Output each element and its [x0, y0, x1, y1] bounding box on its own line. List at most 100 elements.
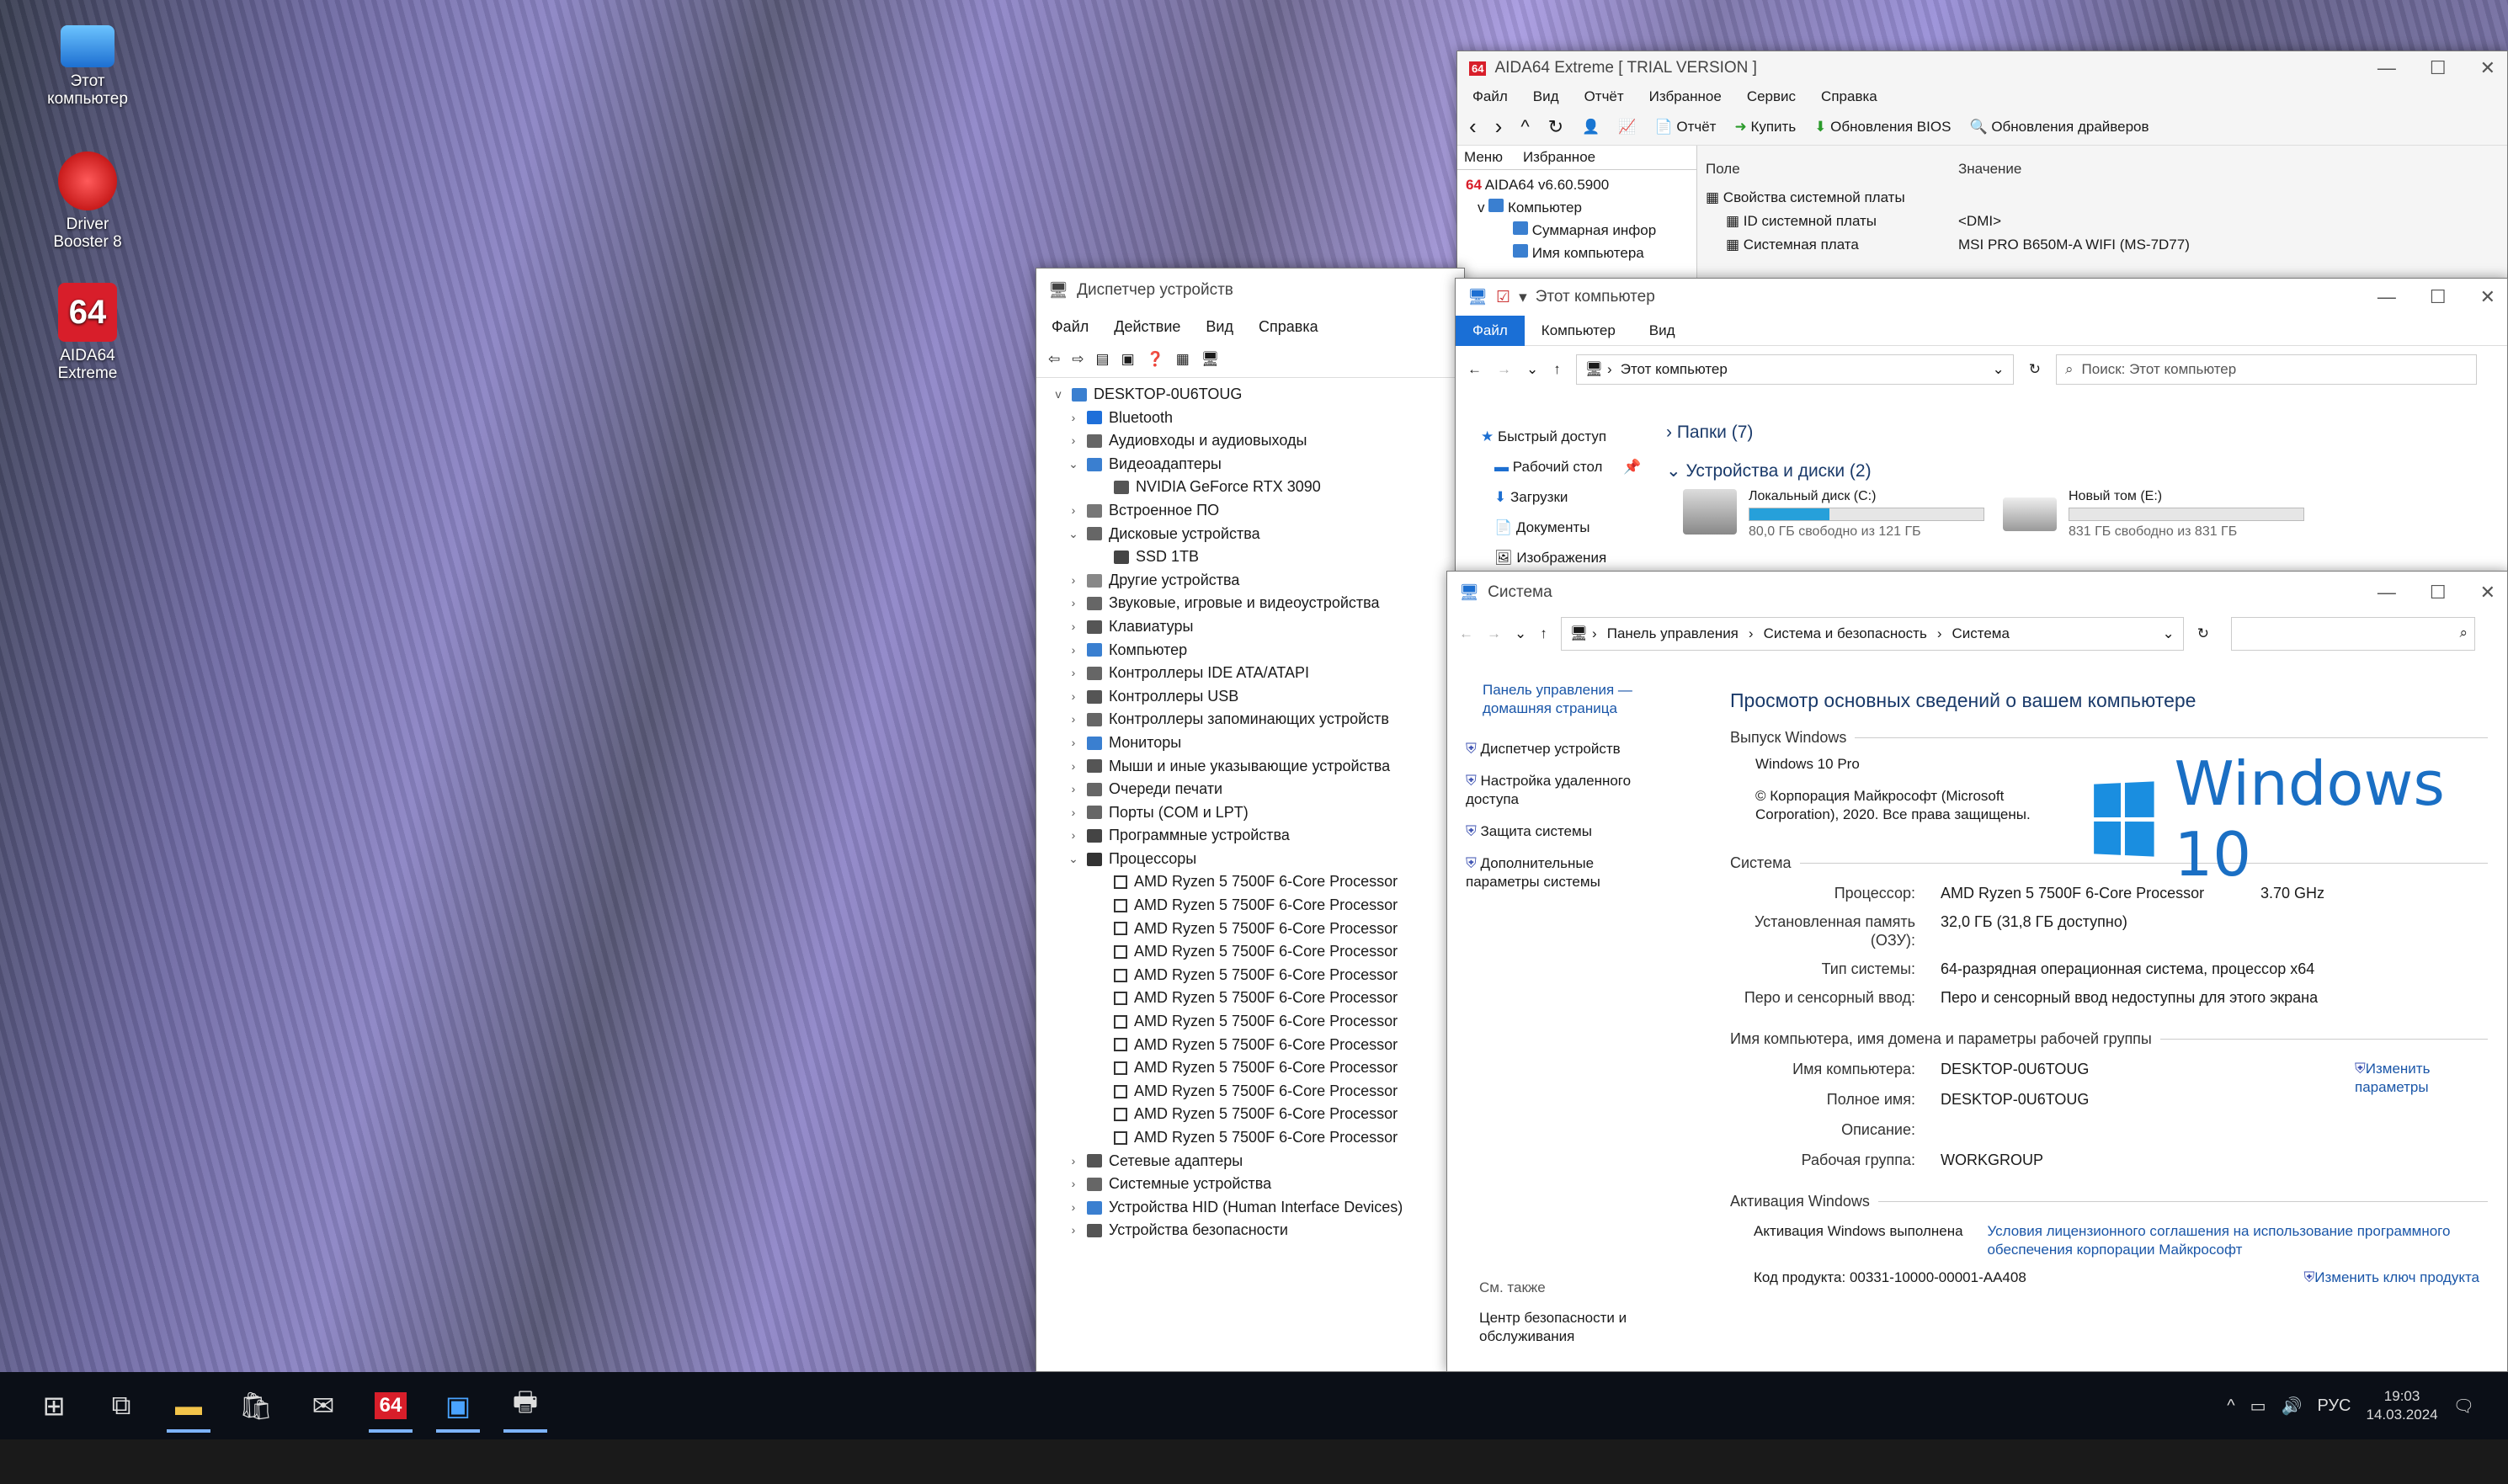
- license-link[interactable]: Условия лицензионного соглашения на испо…: [1987, 1222, 2488, 1259]
- breadcrumb-item[interactable]: Панель управления: [1607, 625, 1739, 642]
- aida-tree-computer-name[interactable]: Имя компьютера: [1466, 242, 1688, 264]
- breadcrumb[interactable]: 🖥 › Панель управления › Система и безопа…: [1560, 617, 2184, 651]
- chevron-down-icon[interactable]: ⌄: [1526, 361, 1538, 378]
- taskbar-explorer[interactable]: ▬: [155, 1372, 222, 1439]
- expand-chevron-icon[interactable]: ›: [1067, 731, 1080, 755]
- device-category[interactable]: › Порты (COM и LPT): [1052, 801, 1464, 825]
- expand-chevron-icon[interactable]: ⌄: [1067, 453, 1080, 476]
- col-field[interactable]: Поле: [1706, 161, 1958, 178]
- device-category[interactable]: ⌄ Процессоры: [1052, 848, 1464, 871]
- expand-chevron-icon[interactable]: ›: [1067, 1150, 1080, 1173]
- show-hidden-icon[interactable]: ▦: [1176, 351, 1190, 368]
- maximize-icon[interactable]: ☐: [2430, 582, 2447, 604]
- device-category[interactable]: ⌄ Видеоадаптеры: [1052, 453, 1464, 476]
- side-link-remote[interactable]: ⛨ Настройка удаленного доступа: [1466, 772, 1659, 809]
- taskbar-aida64[interactable]: 64: [357, 1372, 424, 1439]
- col-value[interactable]: Значение: [1958, 161, 2021, 178]
- properties-icon[interactable]: ▤: [1096, 351, 1110, 368]
- change-key-link[interactable]: ⛨Изменить ключ продукта: [2304, 1269, 2480, 1286]
- processor-item[interactable]: AMD Ryzen 5 7500F 6-Core Processor: [1052, 1010, 1464, 1034]
- table-row[interactable]: ▦ Системная плата MSI PRO B650M-A WIFI (M…: [1706, 233, 2497, 257]
- ribbon-view[interactable]: Вид: [1632, 322, 1692, 339]
- device-category[interactable]: › Мыши и иные указывающие устройства: [1052, 755, 1464, 779]
- expand-chevron-icon[interactable]: ›: [1067, 685, 1080, 709]
- drive-e[interactable]: Новый том (E:) 831 ГБ свободно из 831 ГБ: [2003, 489, 2323, 548]
- nav-documents[interactable]: 📄 Документы: [1481, 513, 1641, 543]
- processor-item[interactable]: AMD Ryzen 5 7500F 6-Core Processor: [1052, 1034, 1464, 1057]
- expand-chevron-icon[interactable]: ›: [1067, 592, 1080, 615]
- start-button[interactable]: ⊞: [20, 1372, 88, 1439]
- processor-item[interactable]: AMD Ryzen 5 7500F 6-Core Processor: [1052, 964, 1464, 987]
- search-input[interactable]: ⌕: [2231, 617, 2475, 651]
- nav-downloads[interactable]: ⬇ Загрузки: [1481, 482, 1641, 513]
- expand-chevron-icon[interactable]: ›: [1067, 824, 1080, 848]
- device-item[interactable]: NVIDIA GeForce RTX 3090: [1052, 476, 1464, 499]
- chevron-down-icon[interactable]: ⌄: [1515, 625, 1526, 642]
- processor-item[interactable]: AMD Ryzen 5 7500F 6-Core Processor: [1052, 987, 1464, 1010]
- expand-chevron-icon[interactable]: ›: [1067, 1173, 1080, 1196]
- scan-hardware-icon[interactable]: 🖥: [1201, 351, 1220, 368]
- close-icon[interactable]: ✕: [2480, 57, 2495, 79]
- device-category[interactable]: › Контроллеры USB: [1052, 685, 1464, 709]
- nav-desktop[interactable]: ▬ Рабочий стол 📌: [1481, 452, 1641, 482]
- tab-favorites[interactable]: Избранное: [1523, 149, 1595, 166]
- processor-item[interactable]: AMD Ryzen 5 7500F 6-Core Processor: [1052, 1056, 1464, 1080]
- device-category[interactable]: › Аудиовходы и аудиовыходы: [1052, 429, 1464, 453]
- graph-icon[interactable]: 📈: [1618, 119, 1636, 136]
- change-settings-link[interactable]: ⛨Изменить параметры: [2355, 1060, 2464, 1097]
- expand-chevron-icon[interactable]: ⌄: [1067, 523, 1080, 546]
- buy-button[interactable]: ➜ Купить: [1734, 119, 1796, 136]
- expand-chevron-icon[interactable]: ›: [1067, 499, 1080, 523]
- refresh-icon[interactable]: ↻: [2197, 625, 2209, 642]
- taskbar-mail[interactable]: ✉: [290, 1372, 357, 1439]
- update-driver-icon[interactable]: ▣: [1121, 351, 1135, 368]
- refresh-icon[interactable]: ↻: [2029, 361, 2041, 378]
- device-category[interactable]: › Контроллеры IDE ATA/ATAPI: [1052, 662, 1464, 685]
- processor-item[interactable]: AMD Ryzen 5 7500F 6-Core Processor: [1052, 1080, 1464, 1104]
- taskbar-device-manager[interactable]: 🖶: [492, 1372, 559, 1439]
- security-center-link[interactable]: Центр безопасности и обслуживания: [1479, 1309, 1664, 1346]
- device-category[interactable]: › Устройства безопасности: [1052, 1219, 1464, 1242]
- device-category[interactable]: › Сетевые адаптеры: [1052, 1150, 1464, 1173]
- processor-item[interactable]: AMD Ryzen 5 7500F 6-Core Processor: [1052, 870, 1464, 894]
- back-icon[interactable]: ←: [1467, 361, 1482, 378]
- expand-chevron-icon[interactable]: ›: [1067, 778, 1080, 801]
- device-category[interactable]: › Звуковые, игровые и видеоустройства: [1052, 592, 1464, 615]
- device-category[interactable]: › Устройства HID (Human Interface Devices…: [1052, 1196, 1464, 1220]
- driver-update-button[interactable]: 🔍 Обновления драйверов: [1969, 119, 2149, 136]
- forward-icon[interactable]: →: [1497, 361, 1511, 378]
- task-view-button[interactable]: ⧉: [88, 1372, 155, 1439]
- menu-file[interactable]: Файл: [1052, 318, 1089, 336]
- side-link-device-manager[interactable]: ⛨ Диспетчер устройств: [1466, 740, 1659, 758]
- nav-pictures[interactable]: 🖼 Изображения: [1481, 543, 1641, 572]
- ribbon-computer[interactable]: Компьютер: [1525, 322, 1632, 339]
- minimize-icon[interactable]: —: [2378, 57, 2396, 79]
- menu-report[interactable]: Отчёт: [1584, 88, 1624, 105]
- device-category[interactable]: › Контроллеры запоминающих устройств: [1052, 708, 1464, 731]
- desktop-icon-this-pc[interactable]: Этот компьютер: [37, 19, 138, 108]
- maximize-icon[interactable]: ☐: [2430, 286, 2447, 308]
- tab-menu[interactable]: Меню: [1464, 149, 1503, 166]
- menu-help[interactable]: Справка: [1259, 318, 1318, 336]
- forward-icon[interactable]: →: [1487, 625, 1501, 642]
- up-icon[interactable]: ↑: [1540, 625, 1547, 642]
- side-link-protection[interactable]: ⛨ Защита системы: [1466, 822, 1659, 841]
- expand-chevron-icon[interactable]: ›: [1067, 407, 1080, 430]
- user-icon[interactable]: 👤: [1582, 119, 1600, 136]
- expand-chevron-icon[interactable]: ›: [1067, 1219, 1080, 1242]
- processor-item[interactable]: AMD Ryzen 5 7500F 6-Core Processor: [1052, 940, 1464, 964]
- forward-icon[interactable]: ⇨: [1072, 351, 1084, 368]
- notifications-icon[interactable]: 🗨: [2453, 1396, 2474, 1417]
- up-icon[interactable]: ↑: [1553, 361, 1561, 378]
- breadcrumb-item[interactable]: Система: [1952, 625, 2009, 642]
- help-icon[interactable]: ❓: [1147, 351, 1164, 368]
- device-category[interactable]: › Программные устройства: [1052, 824, 1464, 848]
- menu-favorites[interactable]: Избранное: [1649, 88, 1722, 105]
- processor-item[interactable]: AMD Ryzen 5 7500F 6-Core Processor: [1052, 894, 1464, 918]
- table-row[interactable]: ▦ Свойства системной платы: [1706, 186, 2497, 210]
- device-category[interactable]: › Другие устройства: [1052, 569, 1464, 593]
- expand-chevron-icon[interactable]: ›: [1067, 755, 1080, 779]
- back-icon[interactable]: ←: [1459, 625, 1473, 642]
- minimize-icon[interactable]: —: [2378, 582, 2396, 604]
- address-bar[interactable]: 🖥 › Этот компьютер ⌄: [1575, 354, 2014, 385]
